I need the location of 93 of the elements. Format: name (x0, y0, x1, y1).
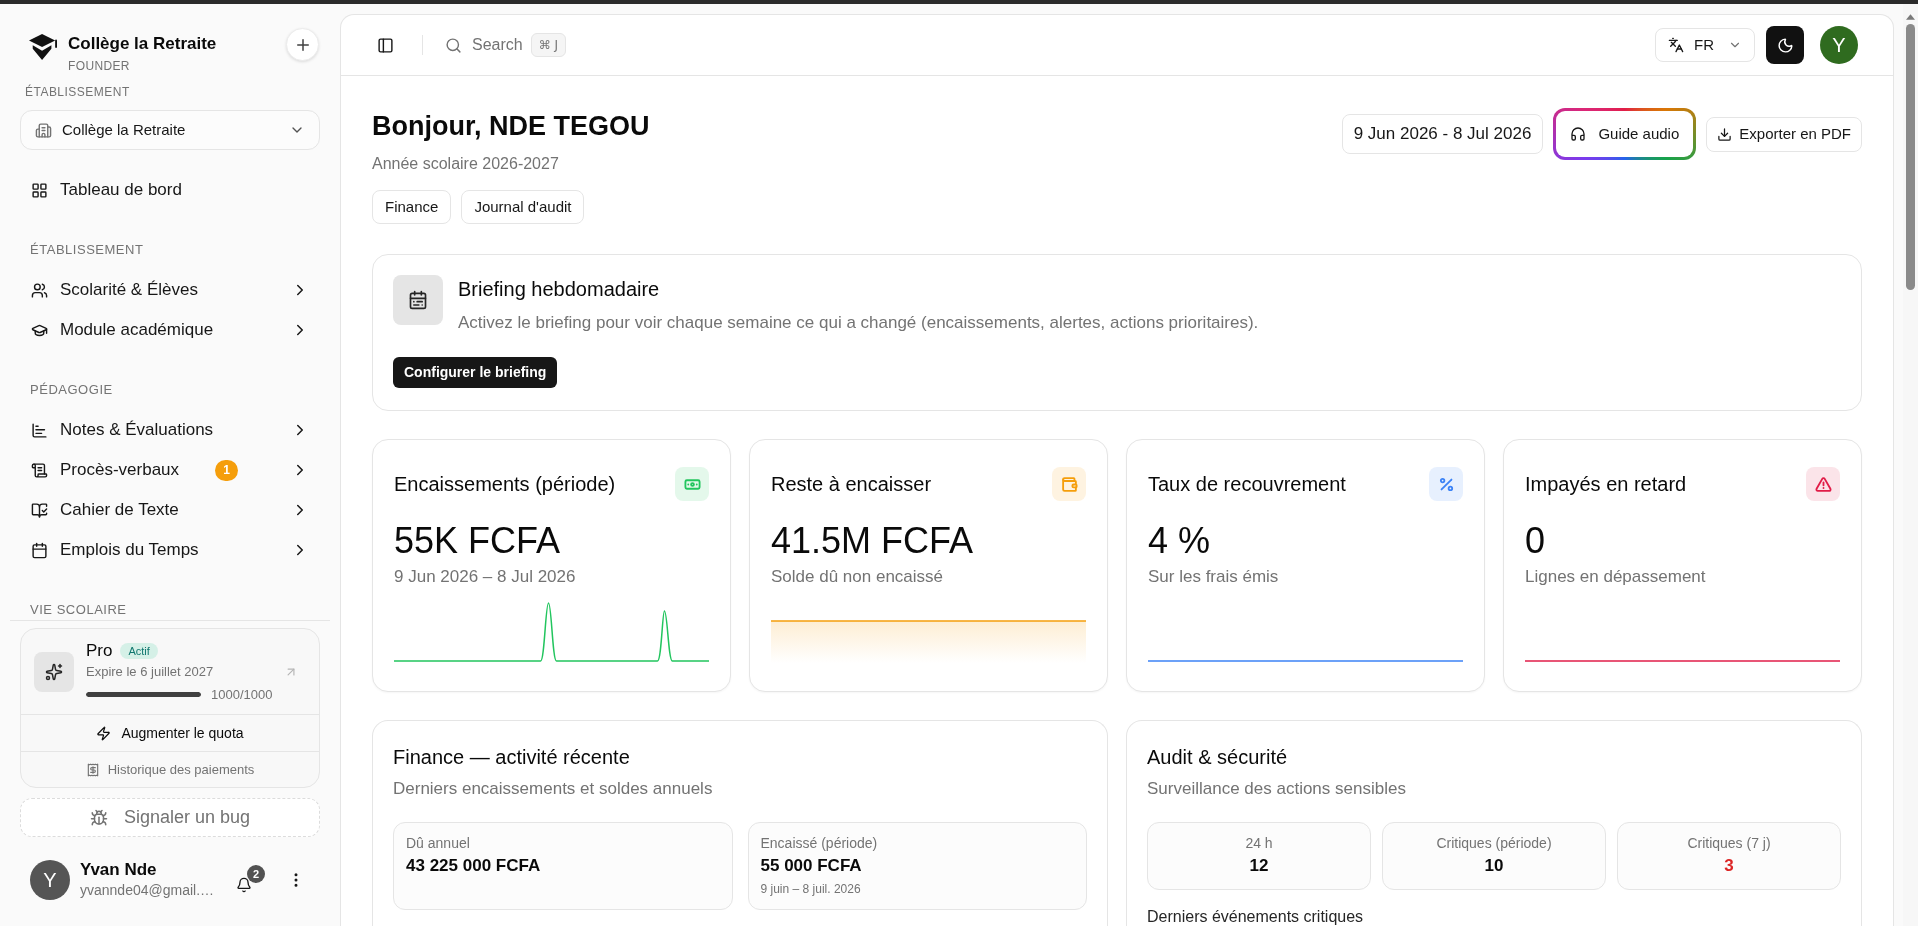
kpi-title: Encaissements (période) (394, 472, 616, 496)
theme-toggle-button[interactable] (1766, 26, 1804, 64)
notification-count-badge: 2 (247, 865, 265, 883)
scrollbar-thumb[interactable] (1906, 24, 1915, 290)
nav-item[interactable]: Tableau de bord (20, 172, 320, 208)
card-title: Finance — activité récente (393, 745, 631, 769)
language-select[interactable]: FR (1655, 28, 1755, 62)
user-avatar[interactable]: Y (1820, 26, 1858, 64)
stat-value: 12 (1249, 855, 1269, 877)
card-subtitle: Derniers encaissements et soldes annuels (393, 779, 714, 799)
users-icon (31, 281, 48, 299)
kpi-subtitle: Solde dû non encaissé (771, 567, 945, 587)
card-title: Audit & sécurité (1147, 745, 1289, 769)
export-pdf-button[interactable]: Exporter en PDF (1706, 116, 1862, 152)
section-label: ÉTABLISSEMENT (29, 242, 145, 258)
briefing-title: Briefing hebdomadaire (458, 277, 661, 302)
stat-value: 3 (1724, 855, 1734, 877)
grid-icon (31, 181, 48, 199)
add-button[interactable] (286, 28, 319, 61)
moon-icon (1776, 36, 1794, 54)
section-label: VIE SCOLAIRE (29, 602, 128, 618)
stat-value: 55 000 FCFA (760, 855, 863, 877)
date-range-button[interactable]: 9 Jun 2026 - 8 Jul 2026 (1341, 114, 1544, 154)
nav-item[interactable]: Scolarité & Élèves (20, 272, 320, 308)
audio-guide-button[interactable]: Guide audio (1553, 108, 1697, 160)
sidebar-toggle-icon[interactable] (377, 36, 394, 54)
brand-name: Collège la Retraite (68, 34, 217, 54)
payment-history-button[interactable]: Historique des paiements (21, 751, 319, 787)
download-icon (1717, 126, 1733, 142)
nav-item[interactable]: Procès-verbaux 1 (20, 452, 320, 488)
kpi-title: Reste à encaisser (771, 472, 932, 496)
translate-icon (1668, 37, 1684, 53)
sparkles-icon (34, 651, 74, 692)
configure-briefing-button[interactable]: Configurer le briefing (393, 357, 558, 388)
scroll-icon (31, 461, 48, 479)
search-icon (445, 36, 462, 54)
user-name: Yvan Nde (80, 860, 158, 880)
card-subtitle: Surveillance des actions sensibles (1147, 779, 1407, 799)
quick-link-button[interactable]: Journal d'audit (461, 190, 585, 224)
section-label: ÉTABLISSEMENT (24, 84, 131, 100)
stat-label: Encaissé (période) (760, 834, 879, 852)
headphones-icon (1570, 126, 1587, 142)
nav-item[interactable]: Cahier de Texte (20, 492, 320, 528)
section-label: Derniers événements critiques (1147, 908, 1364, 925)
plan-name: Pro (86, 639, 113, 662)
stat-label: Critiques (période) (1436, 834, 1552, 852)
upgrade-quota-button[interactable]: Augmenter le quota (21, 714, 319, 751)
kpi-title: Taux de recouvrement (1148, 472, 1346, 496)
school-select[interactable]: Collège la Retraite (20, 110, 320, 150)
kpi-subtitle: 9 Jun 2026 – 8 Jul 2026 (394, 567, 577, 587)
role-label: FOUNDER (68, 58, 131, 74)
user-avatar: Y (30, 860, 70, 900)
school-year-text: Année scolaire 2026-2027 (372, 154, 560, 174)
report-bug-button[interactable]: Signaler un bug (20, 798, 320, 837)
calendar-icon (393, 275, 443, 325)
nav-item[interactable]: Emplois du Temps (20, 532, 320, 568)
kpi-subtitle: Lignes en dépassement (1525, 567, 1707, 587)
kpi-subtitle: Sur les frais émis (1148, 567, 1280, 587)
bell-icon (236, 877, 252, 893)
briefing-description: Activez le briefing pour voir chaque semaine ce qui a changé (encaissements, alertes, actions prioritaires). (458, 312, 1259, 334)
lightning-icon (96, 725, 112, 741)
keyboard-shortcut: ⌘ J (530, 33, 567, 57)
bug-icon (89, 808, 108, 827)
stat-value: 10 (1484, 855, 1504, 877)
book-check-icon (31, 501, 48, 519)
kpi-value: 0 (1525, 521, 1547, 561)
search-button[interactable]: Search ⌘ J (445, 33, 567, 57)
receipt-icon (85, 762, 100, 777)
stat-note: 9 juin – 8 juil. 2026 (760, 881, 862, 897)
stat-label: Dû annuel (406, 834, 471, 852)
bar-chart-icon (31, 421, 48, 439)
expiry-text: Expire le 6 juillet 2027 (86, 662, 215, 681)
count-badge: 1 (215, 459, 239, 481)
user-email: yvannde04@gmail.… (80, 881, 215, 900)
quota-text: 1000/1000 (211, 685, 273, 704)
notifications-button[interactable]: 2 (235, 865, 265, 895)
nav-item[interactable]: Notes & Évaluations (20, 412, 320, 448)
nav-item[interactable]: Module académique (20, 312, 320, 348)
stat-label: 24 h (1245, 834, 1273, 852)
building-icon (35, 121, 52, 139)
kpi-value: 4 % (1148, 521, 1212, 561)
greeting-title: Bonjour, NDE TEGOU (372, 110, 650, 143)
calendar-icon (31, 541, 48, 559)
kpi-title: Impayés en retard (1525, 472, 1687, 496)
stat-label: Critiques (7 j) (1687, 834, 1771, 852)
section-label: PÉDAGOGIE (29, 382, 114, 398)
stat-value: 43 225 000 FCFA (406, 855, 542, 877)
graduation-cap-logo-icon (28, 33, 58, 61)
scroll-up-icon[interactable] (1906, 14, 1915, 20)
kpi-value: 41.5M FCFA (771, 521, 975, 561)
status-badge: Actif (120, 642, 158, 659)
kpi-value: 55K FCFA (394, 521, 562, 561)
quick-link-button[interactable]: Finance (372, 190, 452, 224)
